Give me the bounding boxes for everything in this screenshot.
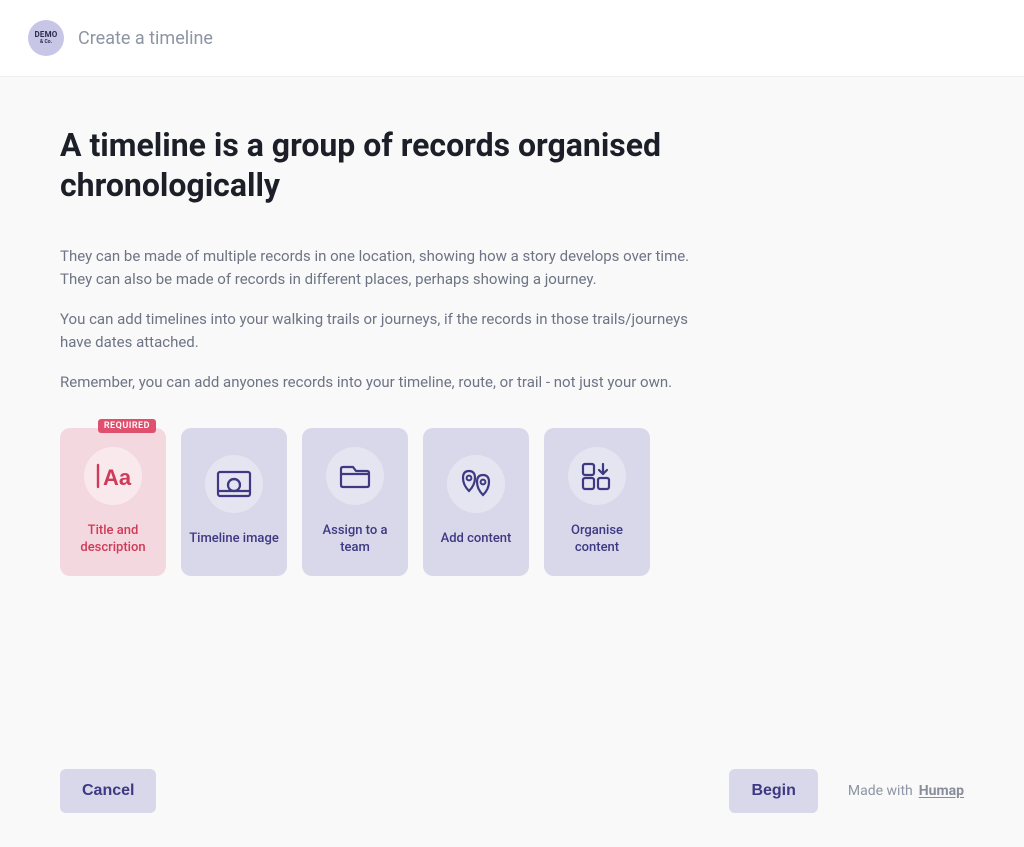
page-heading: A timeline is a group of records organis… bbox=[60, 125, 720, 205]
description-paragraph: They can be made of multiple records in … bbox=[60, 245, 720, 290]
card-label: Organise content bbox=[552, 523, 642, 557]
card-timeline-image[interactable]: Timeline image bbox=[181, 428, 287, 576]
top-bar: DEMO & Co. Create a timeline bbox=[0, 0, 1024, 77]
image-icon bbox=[205, 455, 263, 513]
card-label: Add content bbox=[441, 531, 512, 548]
step-cards: REQUIRED Aa Title and description Timeli… bbox=[60, 428, 720, 576]
brand-logo: DEMO & Co. bbox=[28, 20, 64, 56]
svg-text:Aa: Aa bbox=[103, 465, 132, 490]
pin-icon bbox=[447, 455, 505, 513]
logo-text-bottom: & Co. bbox=[40, 40, 52, 45]
brand-link[interactable]: Humap bbox=[919, 783, 964, 799]
folder-icon bbox=[326, 447, 384, 505]
required-badge: REQUIRED bbox=[98, 419, 156, 433]
page-breadcrumb: Create a timeline bbox=[78, 28, 213, 49]
card-assign-team[interactable]: Assign to a team bbox=[302, 428, 408, 576]
card-label: Timeline image bbox=[189, 531, 279, 548]
main-content: A timeline is a group of records organis… bbox=[0, 77, 780, 576]
text-icon: Aa bbox=[84, 447, 142, 505]
begin-button[interactable]: Begin bbox=[729, 769, 817, 813]
card-label: Assign to a team bbox=[310, 523, 400, 557]
made-with-label: Made with Humap bbox=[848, 783, 964, 799]
description-paragraph: You can add timelines into your walking … bbox=[60, 308, 720, 353]
card-label: Title and description bbox=[68, 523, 158, 557]
footer-bar: Cancel Begin Made with Humap bbox=[60, 769, 964, 813]
card-add-content[interactable]: Add content bbox=[423, 428, 529, 576]
layout-icon bbox=[568, 447, 626, 505]
description-block: They can be made of multiple records in … bbox=[60, 245, 720, 394]
card-title-description[interactable]: REQUIRED Aa Title and description bbox=[60, 428, 166, 576]
logo-text-top: DEMO bbox=[34, 31, 57, 39]
made-with-text: Made with bbox=[848, 783, 913, 799]
description-paragraph: Remember, you can add anyones records in… bbox=[60, 371, 720, 394]
cancel-button[interactable]: Cancel bbox=[60, 769, 156, 813]
card-organise-content[interactable]: Organise content bbox=[544, 428, 650, 576]
